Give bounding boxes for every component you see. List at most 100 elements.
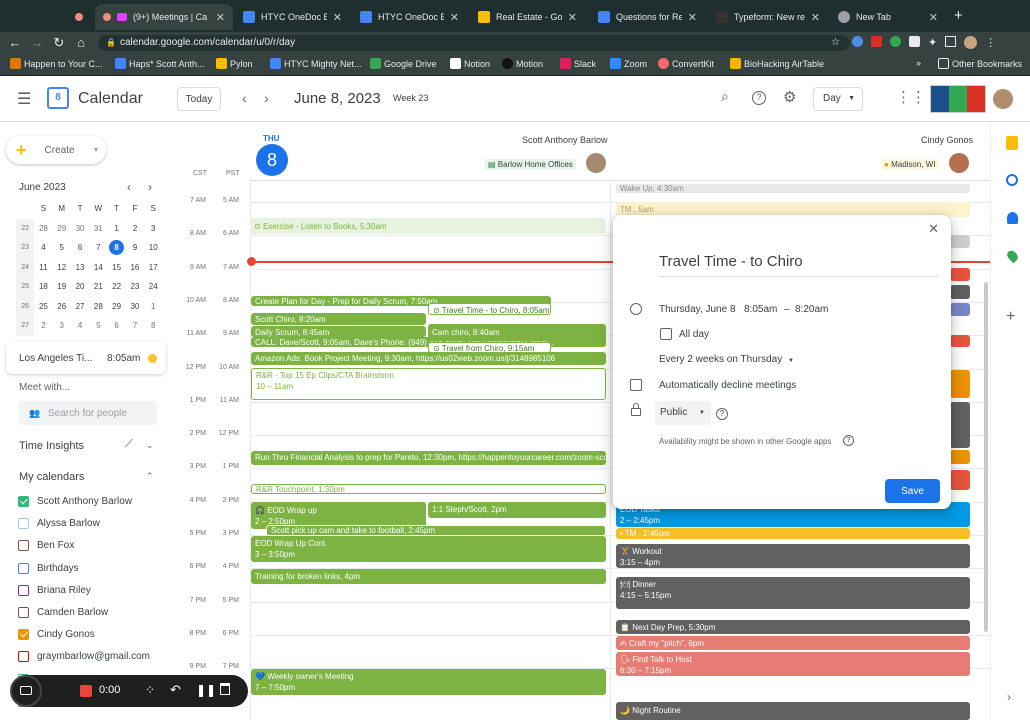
mini-day[interactable]: 19 (53, 277, 71, 297)
calendar-checkbox[interactable] (18, 540, 29, 552)
mini-day[interactable]: 7 (89, 238, 107, 258)
info-icon[interactable]: ? (843, 435, 854, 446)
bookmark-notion[interactable]: Notion (450, 58, 490, 69)
mini-day[interactable]: 10 (144, 238, 162, 258)
mini-day[interactable]: 31 (89, 219, 107, 239)
forward-icon[interactable]: → (26, 35, 48, 50)
calendar-item[interactable]: Cindy Gonos (18, 629, 95, 641)
event-pickup-cam[interactable]: Scott pick up cam and take to football, … (266, 525, 606, 536)
mini-day[interactable]: 28 (89, 297, 107, 317)
browser-tab-real-estate[interactable]: Real Estate - Goog ✕ (470, 4, 585, 30)
main-menu-icon[interactable]: ☰ (17, 89, 31, 109)
keep-icon[interactable] (1006, 136, 1018, 150)
close-icon[interactable]: ✕ (811, 11, 820, 24)
mini-day[interactable]: 20 (71, 277, 89, 297)
bookmark-other[interactable]: Other Bookmarks (938, 58, 1022, 69)
event-rr-top15[interactable]: R&R - Top 15 Ep Clips/CTA Brainstorm 10 … (251, 368, 606, 400)
mini-day[interactable]: 18 (34, 277, 52, 297)
extension-icon[interactable] (852, 36, 863, 47)
undo-icon[interactable]: ↶ (170, 682, 181, 698)
search-people-input[interactable]: 👥 Search for people (19, 401, 157, 425)
event-title-field[interactable]: Travel Time - to Chiro (659, 253, 939, 277)
visibility-dropdown[interactable]: Public ▼ (655, 401, 711, 425)
mini-day[interactable]: 17 (144, 258, 162, 278)
event-daily-scrum[interactable]: Daily Scrum, 8:45am (251, 326, 426, 337)
bookmark-drive[interactable]: Google Drive (370, 58, 437, 69)
bookmarks-overflow[interactable]: » (916, 58, 921, 68)
sidepanel-icon[interactable] (945, 36, 957, 47)
puzzle-icon[interactable]: ✦ (928, 36, 937, 49)
mini-day[interactable]: 1 (144, 297, 162, 317)
close-icon[interactable]: ✕ (568, 11, 577, 24)
mini-day[interactable]: 12 (53, 258, 71, 278)
auto-decline-checkbox[interactable] (630, 379, 642, 391)
calendar-checkbox[interactable] (18, 496, 29, 507)
close-icon[interactable]: ✕ (688, 11, 697, 24)
tasks-icon[interactable] (1006, 174, 1018, 186)
calendar-item[interactable]: Camden Barlow (18, 607, 108, 618)
event-rr-touchpoint[interactable]: R&R Touchpoint, 1:30pm (251, 484, 606, 494)
add-addon-icon[interactable]: + (1006, 308, 1015, 326)
browser-tab-typeform[interactable]: Typeform: New re ✕ (708, 4, 828, 30)
calendar-item[interactable]: Scott Anthony Barlow (18, 496, 132, 507)
event-find-talk[interactable]: 🗣 Find Talk to Host 6:30 – 7:15pm (616, 652, 970, 676)
bookmark-haps[interactable]: Haps* Scott Anth... (115, 58, 205, 69)
search-icon[interactable]: ⌕ (721, 88, 729, 105)
kebab-menu-icon[interactable]: ⋮ (985, 36, 996, 49)
save-button[interactable]: Save (885, 479, 940, 503)
calendar-checkbox[interactable] (18, 629, 29, 641)
view-selector[interactable]: Day ▼ (813, 87, 863, 111)
pause-icon[interactable]: ❚❚ (196, 683, 216, 697)
event-amazon-ads[interactable]: Amazon Ads: Book Project Meeting, 9:30am… (251, 352, 606, 365)
event-travel-from-chiro[interactable]: ⊙ Travel from Chiro, 9:15am (428, 342, 551, 353)
event-craft-pitch[interactable]: ✍ Craft my "pitch", 6pm (616, 636, 970, 650)
mini-day[interactable]: 9 (126, 238, 144, 258)
browser-tab-questions[interactable]: Questions for Rea ✕ (590, 4, 705, 30)
settings-gear-icon[interactable]: ⚙ (783, 88, 796, 106)
grid-icon[interactable]: ⁘ (145, 683, 155, 697)
repeat-dropdown[interactable]: Every 2 weeks on Thursday ▼ (659, 354, 794, 365)
next-month-icon[interactable]: › (148, 180, 152, 194)
contacts-icon[interactable] (1007, 212, 1018, 224)
calendar-checkbox[interactable] (18, 584, 29, 596)
mini-day[interactable]: 3 (144, 219, 162, 239)
mini-day[interactable]: 15 (107, 258, 125, 278)
next-day-icon[interactable]: › (264, 90, 269, 106)
stop-record-icon[interactable] (80, 685, 92, 697)
maps-icon[interactable] (1005, 248, 1020, 264)
date-field[interactable]: Thursday, June 8 (659, 304, 736, 315)
close-icon[interactable]: ✕ (333, 11, 342, 24)
account-avatar[interactable] (993, 89, 1013, 109)
mini-day[interactable]: 30 (126, 297, 144, 317)
bookmark-slack[interactable]: Slack (560, 58, 596, 69)
mini-day[interactable]: 4 (34, 238, 52, 258)
event-next-day-prep[interactable]: 📋 Next Day Prep, 5:30pm (616, 620, 970, 634)
event-wake-up[interactable]: Wake Up, 4:30am (616, 184, 970, 193)
back-icon[interactable]: ← (4, 35, 26, 50)
mini-day[interactable]: 2 (34, 316, 52, 336)
mini-day[interactable]: 23 (126, 277, 144, 297)
create-button[interactable]: + Create ▼ (6, 136, 106, 164)
mini-day[interactable]: 5 (53, 238, 71, 258)
browser-tab-onedoc-1[interactable]: HTYC OneDoc Ep ✕ (235, 4, 350, 30)
event-travel-to-chiro[interactable]: ⊙ Travel Time - to Chiro, 8:05am (428, 303, 551, 315)
mini-day[interactable]: 8 (144, 316, 162, 336)
expand-panel-icon[interactable]: › (1007, 690, 1011, 704)
profile-avatar[interactable] (964, 36, 978, 49)
scrollbar[interactable] (984, 282, 988, 632)
mini-day[interactable]: 2 (126, 219, 144, 239)
mini-day[interactable]: 30 (71, 219, 89, 239)
mini-day[interactable]: 1 (107, 219, 125, 239)
bookmark-convertkit[interactable]: ConvertKit (658, 58, 714, 69)
bookmark-htyc[interactable]: HTYC Mighty Net... (270, 58, 362, 69)
mini-day[interactable]: 25 (34, 297, 52, 317)
event-dinner[interactable]: 🍽 Dinner 4:15 – 5:15pm (616, 577, 970, 609)
event-exercise[interactable]: ⊙ Exercise - Listen to Books, 5:30am (250, 218, 605, 234)
calendar-checkbox[interactable] (18, 562, 29, 574)
event-workout[interactable]: 🏋 Workout 3:15 – 4pm (616, 544, 970, 568)
mini-day[interactable]: 26 (53, 297, 71, 317)
help-icon[interactable]: ? (716, 408, 728, 420)
close-icon[interactable]: ✕ (450, 11, 459, 24)
mini-day[interactable]: 6 (107, 316, 125, 336)
prev-month-icon[interactable]: ‹ (127, 180, 131, 194)
